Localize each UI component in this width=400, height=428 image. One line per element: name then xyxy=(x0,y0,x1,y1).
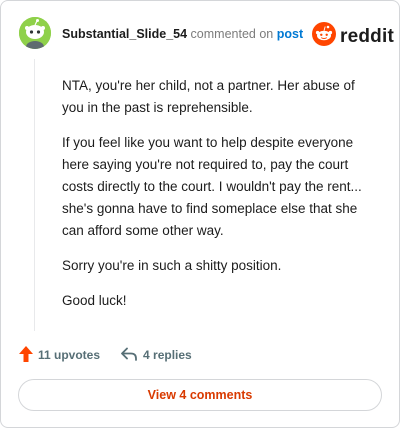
comment-paragraph: Good luck! xyxy=(62,293,127,308)
comment-header: Substantial_Slide_54 commented on post r… xyxy=(1,1,400,65)
post-link[interactable]: post xyxy=(277,27,303,41)
upvote-button[interactable]: 11 upvotes xyxy=(19,345,101,365)
comment-body: NTA, you're her child, not a partner. He… xyxy=(62,75,374,325)
reply-arrow-icon xyxy=(120,347,138,364)
view-comments-button[interactable]: View 4 comments xyxy=(18,379,382,411)
comment-actions: 11 upvotes 4 replies xyxy=(19,344,212,366)
comment-paragraph: Sorry you're in such a shitty position. xyxy=(62,258,282,273)
comment-byline: Substantial_Slide_54 commented on post xyxy=(62,26,303,42)
upvote-arrow-icon xyxy=(19,345,33,365)
reddit-logo[interactable]: reddit xyxy=(312,22,394,51)
upvotes-count: 11 upvotes xyxy=(38,348,101,362)
replies-count: 4 replies xyxy=(143,348,192,362)
reddit-snoo-icon xyxy=(312,22,336,51)
comment-card: Substantial_Slide_54 commented on post r… xyxy=(0,0,400,428)
thread-line[interactable] xyxy=(34,59,35,331)
username[interactable]: Substantial_Slide_54 xyxy=(62,27,187,41)
comment-paragraph: If you feel like you want to help despit… xyxy=(62,135,362,238)
comment-paragraph: NTA, you're her child, not a partner. He… xyxy=(62,78,355,115)
replies-button[interactable]: 4 replies xyxy=(120,347,192,364)
snoo-avatar-icon[interactable] xyxy=(19,17,51,49)
commented-on-text: commented on xyxy=(190,27,274,41)
reddit-logo-text: reddit xyxy=(340,25,394,47)
